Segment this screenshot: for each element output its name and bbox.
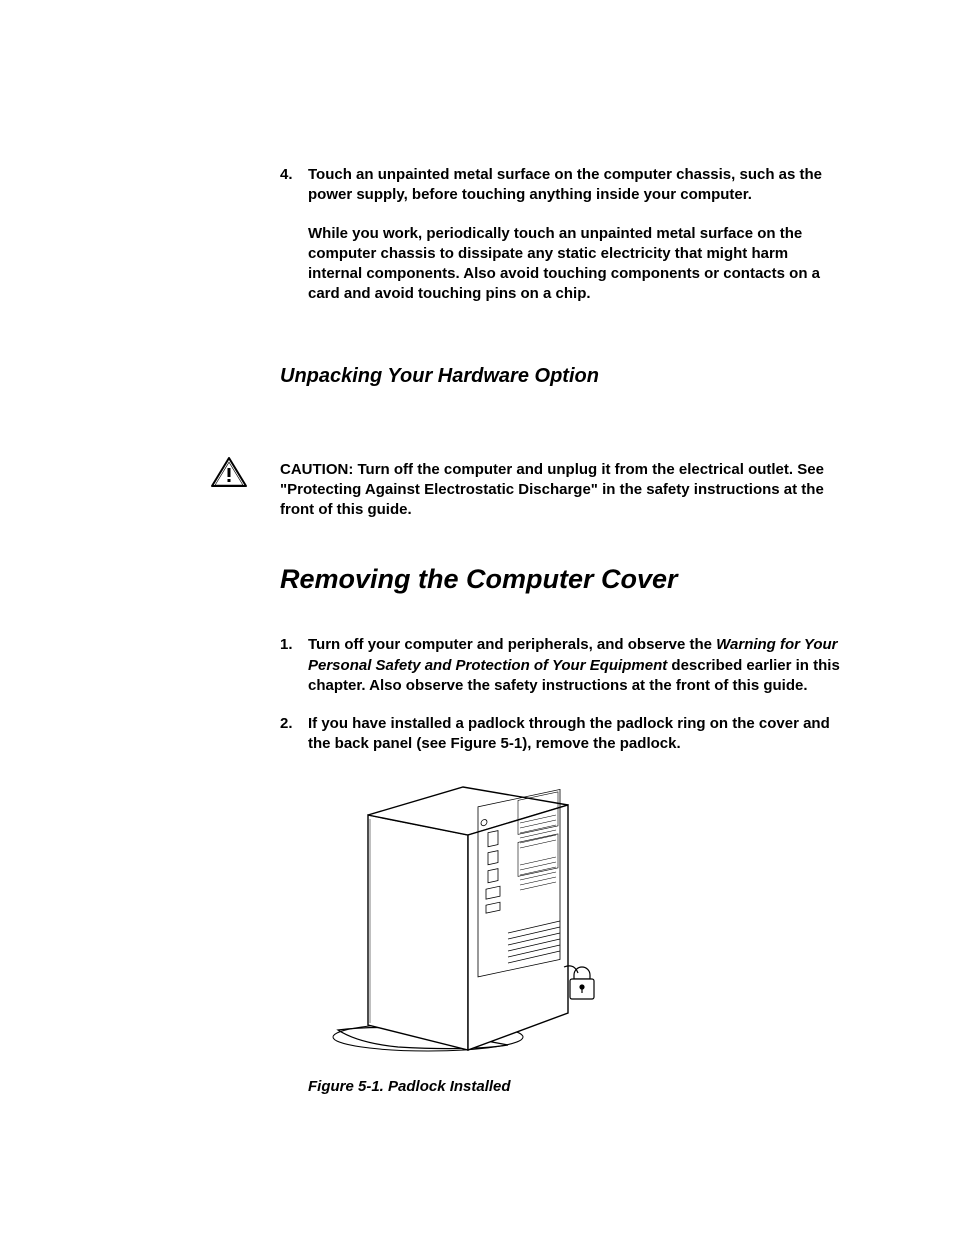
caution-text: Turn off the computer and unplug it from… <box>280 461 824 519</box>
step-1: 1. Turn off your computer and peripheral… <box>280 635 840 696</box>
document-page: 4. Touch an unpainted metal surface on t… <box>0 0 954 1235</box>
computer-chassis-illustration <box>308 775 628 1055</box>
main-content-column: 4. Touch an unpainted metal surface on t… <box>280 165 840 1095</box>
step-2: 2. If you have installed a padlock throu… <box>280 714 840 755</box>
caution-icon <box>210 456 248 494</box>
subsection-heading: Unpacking Your Hardware Option <box>280 365 840 388</box>
step-4-detail: While you work, periodically touch an un… <box>308 224 840 305</box>
step-text: If you have installed a padlock through … <box>308 714 840 755</box>
caution-block: CAUTION: Turn off the computer and unplu… <box>280 460 840 521</box>
figure-caption: Figure 5-1. Padlock Installed <box>308 1078 840 1095</box>
caution-label: CAUTION: <box>280 461 353 478</box>
figure-5-1 <box>308 775 840 1060</box>
step-number: 2. <box>280 714 308 755</box>
step-number: 4. <box>280 165 308 206</box>
step-1-pre: Turn off your computer and peripherals, … <box>308 636 716 653</box>
step-number: 1. <box>280 635 308 696</box>
step-4: 4. Touch an unpainted metal surface on t… <box>280 165 840 206</box>
step-text: Touch an unpainted metal surface on the … <box>308 165 840 206</box>
section-heading: Removing the Computer Cover <box>280 564 840 595</box>
step-text: Turn off your computer and peripherals, … <box>308 635 840 696</box>
